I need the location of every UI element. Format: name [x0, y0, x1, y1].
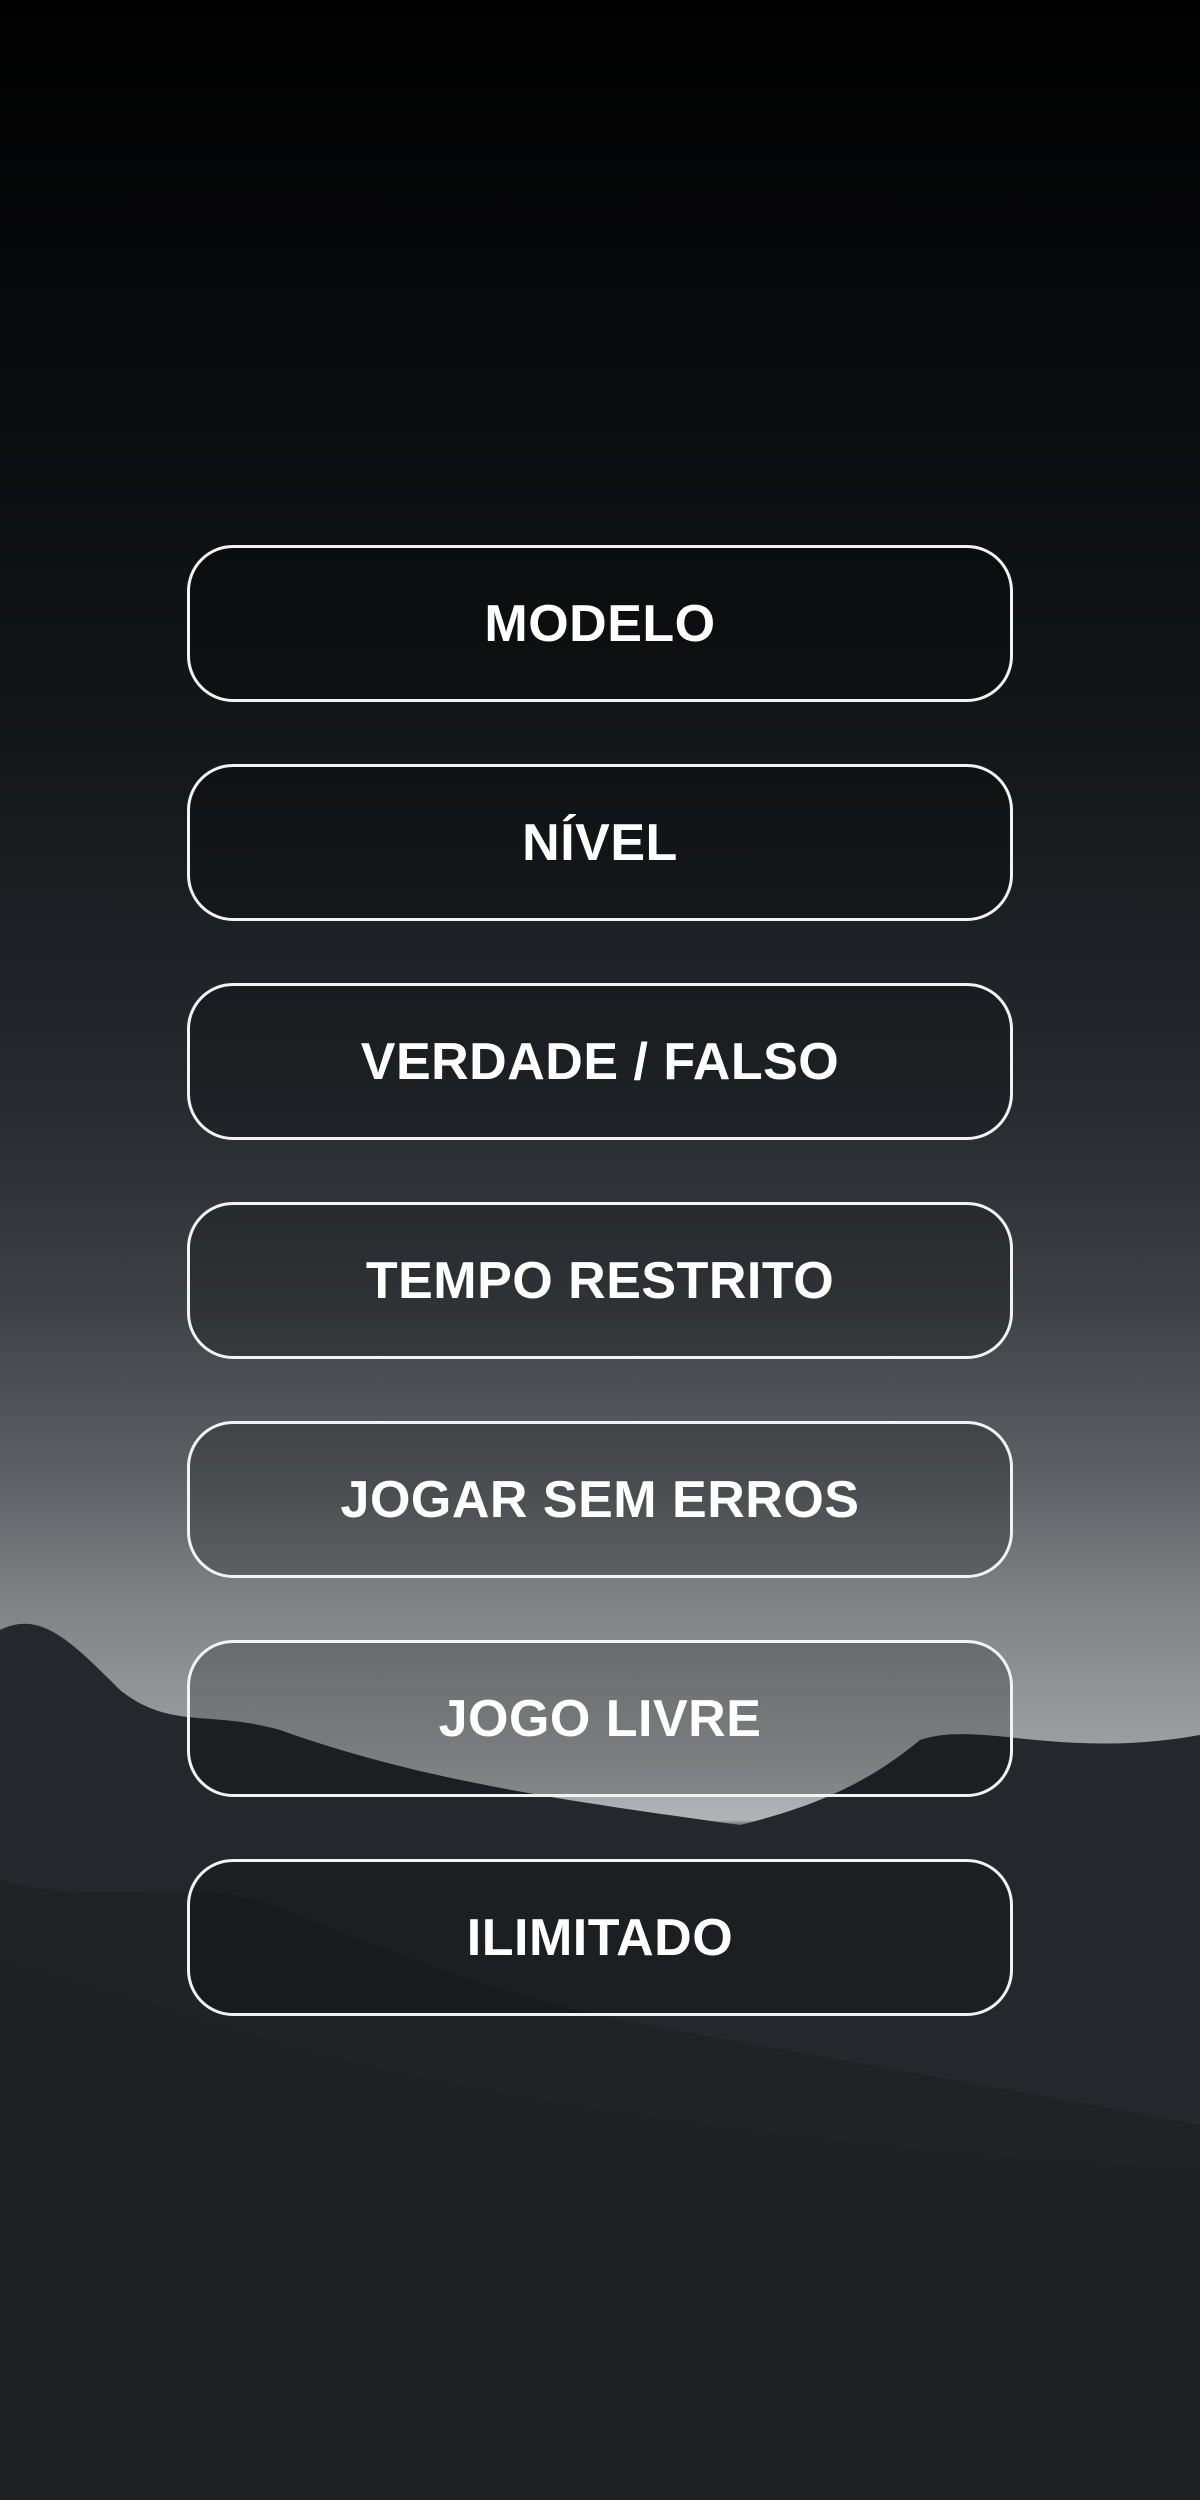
game-mode-menu: MODELO NÍVEL VERDADE / FALSO TEMPO RESTR…	[187, 545, 1013, 2016]
nivel-button[interactable]: NÍVEL	[187, 764, 1013, 921]
menu-screen: MODELO NÍVEL VERDADE / FALSO TEMPO RESTR…	[0, 0, 1200, 2500]
verdade-falso-button[interactable]: VERDADE / FALSO	[187, 983, 1013, 1140]
tempo-restrito-button[interactable]: TEMPO RESTRITO	[187, 1202, 1013, 1359]
jogar-sem-erros-button[interactable]: JOGAR SEM ERROS	[187, 1421, 1013, 1578]
jogo-livre-button[interactable]: JOGO LIVRE	[187, 1640, 1013, 1797]
ilimitado-button[interactable]: ILIMITADO	[187, 1859, 1013, 2016]
modelo-button[interactable]: MODELO	[187, 545, 1013, 702]
